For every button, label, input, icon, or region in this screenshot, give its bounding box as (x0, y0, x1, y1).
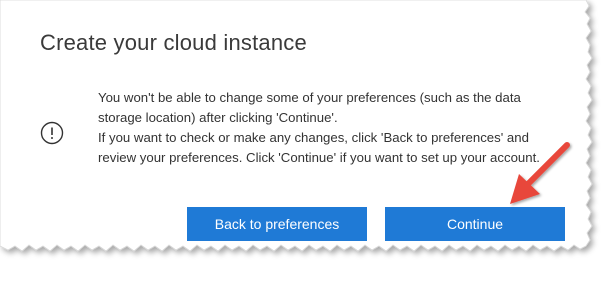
continue-button[interactable]: Continue (385, 207, 565, 241)
info-circle-icon (40, 121, 64, 145)
dialog-title: Create your cloud instance (40, 30, 307, 55)
create-cloud-instance-dialog: Create your cloud instance You won't be … (0, 0, 590, 250)
red-arrow-icon (510, 142, 570, 204)
message-line: You won't be able to change some of your… (98, 90, 521, 125)
back-to-preferences-button[interactable]: Back to preferences (187, 207, 367, 241)
